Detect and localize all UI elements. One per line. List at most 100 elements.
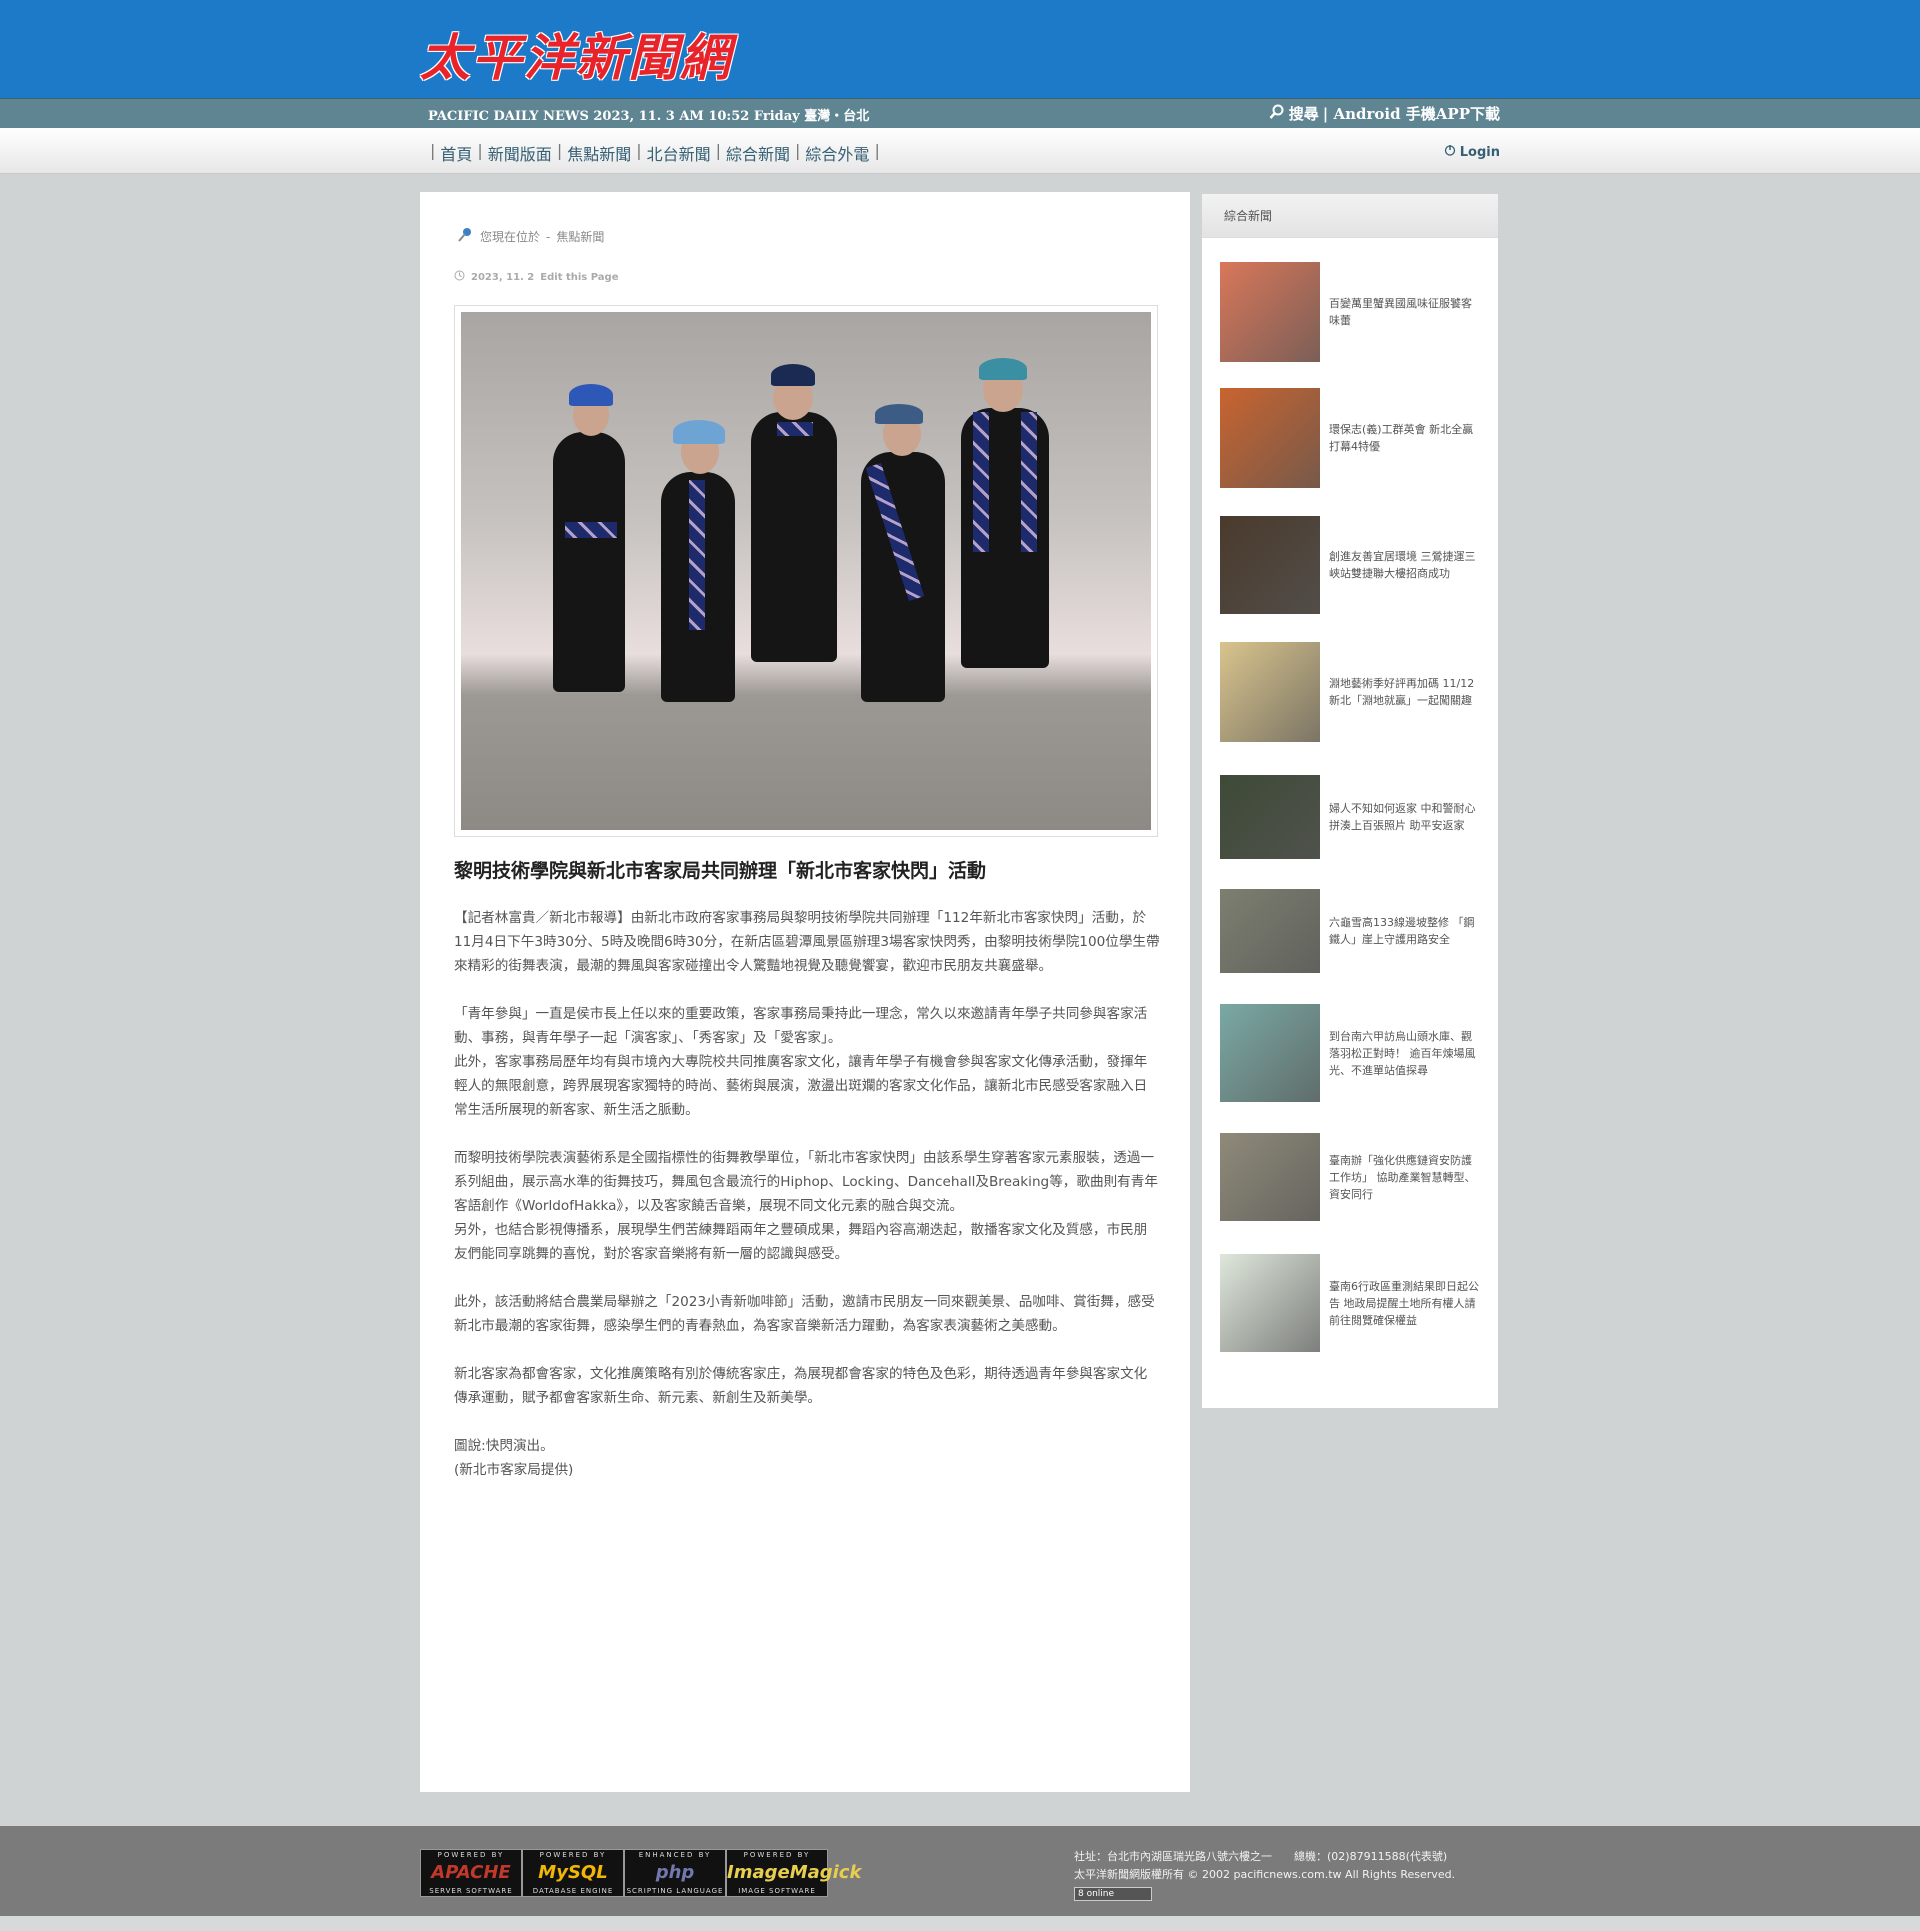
news-thumbnail[interactable]: [1220, 516, 1320, 614]
nav-separator: |: [795, 141, 801, 160]
sidebar-news-item[interactable]: 六龜雪高133線邊坡整修 「鋼鐵人」崖上守護用路安全: [1220, 889, 1490, 973]
date-bar: PACIFIC DAILY NEWS 2023, 11. 3 AM 10:52 …: [0, 98, 1920, 128]
nav-menu: | 首頁 | 新聞版面 | 焦點新聞 | 北台新聞 | 綜合新聞 | 綜合外電 |: [425, 141, 885, 165]
page-bottom: [0, 1916, 1920, 1931]
breadcrumb-prefix: 您現在位於: [480, 230, 541, 244]
news-thumbnail[interactable]: [1220, 1254, 1320, 1352]
badge-name: ImageMagick: [727, 1862, 862, 1883]
dancers-photo: [461, 312, 1151, 830]
powered-by-badges: POWERED BY APACHE SERVER SOFTWARE POWERED B…: [420, 1849, 862, 1897]
footer-copyright: 太平洋新聞網版權所有 © 2002 pacificnews.com.tw All…: [1074, 1868, 1456, 1881]
bucket-hat: [673, 420, 725, 444]
news-thumbnail[interactable]: [1220, 775, 1320, 859]
scarf: [973, 412, 989, 552]
news-headline[interactable]: 創進友善宜居環境 三鶯捷運三峽站雙捷聯大樓招商成功: [1329, 548, 1481, 582]
article-paragraph: 此外，該活動將結合農業局舉辦之「2023小青新咖啡節」活動，邀請市民朋友一同來觀…: [454, 1294, 1155, 1334]
nav-separator: |: [874, 141, 880, 160]
article-title: 黎明技術學院與新北市客家局共同辦理「新北市客家快閃」活動: [454, 860, 987, 882]
nav-item[interactable]: 北台新聞: [647, 141, 711, 165]
article-paragraph: 而黎明技術學院表演藝術系是全國指標性的街舞教學單位，「新北市客家快閃」由該系學生…: [454, 1150, 1158, 1262]
article-paragraph: 新北客家為都會客家，文化推廣策略有別於傳統客家庄，為展現都會客家的特色及色彩，期…: [454, 1366, 1148, 1406]
news-headline[interactable]: 環保志(義)工群英會 新北全贏打幕4特優: [1329, 421, 1481, 455]
site-logo[interactable]: 太平洋新聞網: [420, 18, 732, 90]
sidebar-news-item[interactable]: 到台南六甲訪烏山頭水庫、觀落羽松正對時！ 逾百年煉場風光、不進單站值探尋: [1220, 1004, 1490, 1102]
scarf: [689, 480, 705, 630]
article-meta: 2023, 11. 2 Edit this Page: [454, 270, 618, 284]
news-thumbnail[interactable]: [1220, 1133, 1320, 1221]
date-line: PACIFIC DAILY NEWS 2023, 11. 3 AM 10:52 …: [428, 109, 870, 124]
powered-by-badge[interactable]: POWERED BY MySQL DATABASE ENGINE: [522, 1849, 624, 1897]
nav-item[interactable]: 綜合外電: [805, 141, 869, 165]
badge-bottom-text: DATABASE ENGINE: [532, 1887, 614, 1895]
footer-address: 社址：台北市內湖區瑞光路八號六樓之一 總機：(02)87911588(代表號): [1074, 1850, 1448, 1863]
sidebar-news-item[interactable]: 淵地藝術季好評再加碼 11/12新北「淵地就贏」一起闖關趣: [1220, 642, 1490, 742]
badge-bottom-text: SCRIPTING LANGUAGE: [626, 1887, 724, 1895]
nav-item[interactable]: 焦點新聞: [567, 141, 631, 165]
login-label[interactable]: Login: [1460, 145, 1500, 160]
news-thumbnail[interactable]: [1220, 388, 1320, 488]
edit-page-link[interactable]: Edit this Page: [540, 272, 618, 283]
footer-info: 社址：台北市內湖區瑞光路八號六樓之一 總機：(02)87911588(代表號) …: [1074, 1848, 1455, 1902]
news-headline[interactable]: 百變萬里蟹異國風味征服饕客味蕾: [1329, 295, 1481, 329]
sidebar-news-item[interactable]: 百變萬里蟹異國風味征服饕客味蕾: [1220, 262, 1490, 362]
news-headline[interactable]: 臺南6行政區重測結果即日起公告 地政局提醒土地所有權人請前往閱覽確保權益: [1329, 1278, 1481, 1329]
badge-top-text: POWERED BY: [437, 1851, 505, 1859]
news-headline[interactable]: 臺南辦「強化供應鏈資安防護工作坊」 協助產業智慧轉型、資安同行: [1329, 1152, 1481, 1203]
article-panel: 您現在位於 - 焦點新聞 2023, 11. 2 Edit this Page: [420, 192, 1190, 1792]
scarf: [777, 422, 813, 436]
nav-item[interactable]: 新聞版面: [488, 141, 552, 165]
login-link[interactable]: Login: [1444, 144, 1500, 160]
article-paragraph: 【記者林富貴／新北市報導】由新北市政府客家事務局與黎明技術學院共同辦理「112年…: [454, 910, 1160, 974]
breadcrumb-section[interactable]: 焦點新聞: [556, 228, 604, 245]
site-footer: POWERED BY APACHE SERVER SOFTWARE POWERED B…: [0, 1826, 1920, 1916]
sidebar-news-item[interactable]: 臺南辦「強化供應鏈資安防護工作坊」 協助產業智慧轉型、資安同行: [1220, 1133, 1490, 1221]
sidebar-news-item[interactable]: 婦人不知如何返家 中和警耐心拼湊上百張照片 助平安返家: [1220, 775, 1490, 859]
powered-by-badge[interactable]: POWERED BY APACHE SERVER SOFTWARE: [420, 1849, 522, 1897]
bucket-hat: [569, 384, 613, 406]
news-thumbnail[interactable]: [1220, 262, 1320, 362]
badge-name: APACHE: [431, 1862, 511, 1883]
search-link[interactable]: 搜尋: [1289, 103, 1319, 124]
nav-separator: |: [477, 141, 483, 160]
article-paragraph: 圖說:快閃演出。 (新北市客家局提供): [454, 1438, 574, 1478]
scarf: [565, 522, 617, 538]
powered-by-badge[interactable]: POWERED BY ImageMagick IMAGE SOFTWARE: [726, 1849, 862, 1897]
article-body: 【記者林富貴／新北市報導】由新北市政府客家事務局與黎明技術學院共同辦理「112年…: [454, 906, 1160, 1506]
powered-by-badge[interactable]: ENHANCED BY php SCRIPTING LANGUAGE: [624, 1849, 726, 1897]
power-icon: [1444, 144, 1456, 160]
nav-item[interactable]: 首頁: [440, 141, 472, 165]
news-headline[interactable]: 婦人不知如何返家 中和警耐心拼湊上百張照片 助平安返家: [1329, 800, 1481, 834]
breadcrumb-separator: -: [546, 229, 551, 244]
badge-name: MySQL: [538, 1862, 608, 1883]
bucket-hat: [979, 358, 1027, 380]
nav-separator: |: [556, 141, 563, 160]
sidebar-news-item[interactable]: 創進友善宜居環境 三鶯捷運三峽站雙捷聯大樓招商成功: [1220, 516, 1490, 614]
sidebar-news-item[interactable]: 環保志(義)工群英會 新北全贏打幕4特優: [1220, 388, 1490, 488]
news-headline[interactable]: 到台南六甲訪烏山頭水庫、觀落羽松正對時！ 逾百年煉場風光、不進單站值探尋: [1329, 1028, 1481, 1079]
news-thumbnail[interactable]: [1220, 642, 1320, 742]
nav-separator: |: [636, 141, 642, 160]
article-photo: [454, 305, 1158, 837]
badge-bottom-text: SERVER SOFTWARE: [429, 1887, 513, 1895]
badge-top-text: POWERED BY: [743, 1851, 811, 1859]
news-thumbnail[interactable]: [1220, 889, 1320, 973]
nav-separator: |: [430, 141, 436, 160]
article-paragraph: 「青年參與」一直是侯市長上任以來的重要政策，客家事務局秉持此一理念，常久以來邀請…: [454, 1006, 1148, 1118]
news-thumbnail[interactable]: [1220, 1004, 1320, 1102]
article-date: 2023, 11. 2: [471, 271, 535, 283]
cap: [875, 404, 923, 424]
news-headline[interactable]: 淵地藝術季好評再加碼 11/12新北「淵地就贏」一起闖關趣: [1329, 675, 1481, 709]
news-headline[interactable]: 六龜雪高133線邊坡整修 「鋼鐵人」崖上守護用路安全: [1329, 914, 1481, 948]
android-app-link[interactable]: | Android 手機APP下載: [1323, 103, 1500, 124]
search-icon[interactable]: [1269, 104, 1285, 124]
badge-top-text: POWERED BY: [539, 1851, 607, 1859]
sidebar: 綜合新聞 百變萬里蟹異國風味征服饕客味蕾 環保志(義)工群英會 新北全贏打幕4特優…: [1202, 194, 1498, 1408]
sidebar-news-item[interactable]: 臺南6行政區重測結果即日起公告 地政局提醒土地所有權人請前往閱覽確保權益: [1220, 1254, 1490, 1352]
pin-icon: [456, 226, 474, 247]
badge-top-text: ENHANCED BY: [638, 1851, 712, 1859]
header-links: 搜尋 | Android 手機APP下載: [1269, 103, 1500, 124]
badge-name: php: [655, 1862, 695, 1883]
nav-item[interactable]: 綜合新聞: [726, 141, 790, 165]
scarf: [1021, 412, 1037, 552]
clock-icon: [454, 270, 465, 284]
